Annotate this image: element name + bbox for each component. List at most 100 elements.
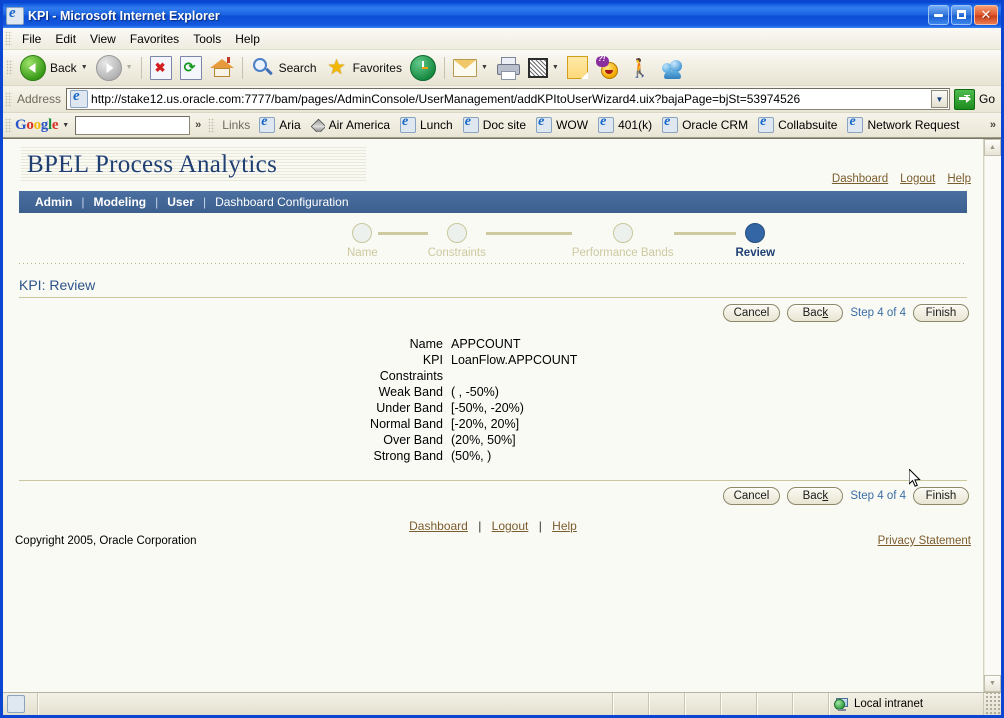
scroll-down-button[interactable]: ▼ — [984, 675, 1001, 692]
toolbar-gripper-icon[interactable] — [6, 60, 13, 75]
minimize-button[interactable] — [928, 5, 949, 25]
history-button[interactable] — [406, 53, 440, 83]
menu-item-tools[interactable]: Tools — [186, 30, 228, 48]
menu-item-edit[interactable]: Edit — [48, 30, 83, 48]
address-gripper-icon[interactable] — [5, 91, 12, 107]
back-button[interactable]: Back ▼ — [16, 53, 92, 83]
wizard-button-row-bottom: Cancel Bac k Step 4 of 4 Finish — [19, 487, 969, 505]
menu-item-view[interactable]: View — [83, 30, 123, 48]
wizard-step-constraints[interactable]: Constraints — [428, 223, 486, 259]
footer-link-help[interactable]: Help — [552, 519, 577, 533]
wizard-step-performance-bands[interactable]: Performance Bands — [572, 223, 674, 259]
step-label: Constraints — [427, 247, 486, 259]
messenger-contacts-button[interactable] — [656, 53, 688, 83]
walking-person-icon: 🚶 — [628, 57, 652, 78]
table-row: KPI LoanFlow.APPCOUNT — [243, 352, 743, 368]
forward-button[interactable]: ▼ — [92, 53, 137, 83]
header-link-dashboard[interactable]: Dashboard — [832, 173, 888, 185]
privacy-statement-link[interactable]: Privacy Statement — [878, 535, 971, 547]
link-wow[interactable]: WOW — [531, 117, 593, 133]
nav-separator: | — [155, 195, 159, 209]
vertical-scrollbar[interactable]: ▲ ▼ — [983, 139, 1001, 692]
mail-button[interactable]: ▼ — [449, 53, 492, 83]
link-label: 401(k) — [618, 118, 653, 132]
link-oracle-crm[interactable]: Oracle CRM — [657, 117, 753, 133]
link-401k[interactable]: 401(k) — [593, 117, 657, 133]
google-search-input[interactable] — [75, 115, 191, 135]
address-bar: Address http://stake12.us.oracle.com:777… — [3, 86, 1001, 113]
scroll-track[interactable] — [984, 156, 1001, 675]
nav-item-user[interactable]: User — [165, 195, 196, 209]
menu-item-file[interactable]: File — [15, 30, 48, 48]
stop-button[interactable]: ✖ — [146, 53, 176, 83]
link-lunch[interactable]: Lunch — [395, 117, 458, 133]
links-overflow-icon[interactable]: » — [985, 119, 1001, 131]
menu-item-favorites[interactable]: Favorites — [123, 30, 186, 48]
refresh-button[interactable]: ⟳ — [176, 53, 206, 83]
finish-button-top[interactable]: Finish — [913, 304, 969, 322]
train-dotted-rule — [19, 263, 967, 264]
favorites-button[interactable]: ★ Favorites — [321, 53, 406, 83]
row-value: APPCOUNT — [451, 337, 521, 351]
cancel-button-top[interactable]: Cancel — [722, 304, 781, 322]
close-button[interactable]: ✕ — [974, 5, 998, 25]
go-button[interactable]: Go — [950, 88, 1001, 110]
menu-item-help[interactable]: Help — [228, 30, 267, 48]
google-overflow-icon[interactable]: » — [190, 119, 206, 131]
edit-dropdown-icon[interactable]: ▼ — [552, 64, 559, 71]
cancel-button-bottom[interactable]: Cancel — [722, 487, 781, 505]
nav-separator: | — [81, 195, 85, 209]
link-aria[interactable]: Aria — [254, 117, 305, 133]
header-link-help[interactable]: Help — [947, 173, 971, 185]
menu-gripper-icon[interactable] — [5, 31, 12, 46]
wizard-step-name[interactable]: Name — [347, 223, 378, 259]
messenger-smiley-button[interactable] — [592, 53, 624, 83]
back-button-bottom[interactable]: Bac k — [787, 487, 844, 505]
link-page-icon — [847, 117, 864, 133]
notes-button[interactable] — [563, 53, 592, 83]
footer-link-logout[interactable]: Logout — [492, 519, 529, 533]
printer-icon — [496, 56, 520, 80]
wizard-step-review[interactable]: Review — [736, 223, 775, 259]
links-section-gripper-icon[interactable] — [208, 117, 216, 133]
home-button[interactable] — [206, 53, 238, 83]
nav-separator: | — [202, 195, 207, 209]
browser-window: KPI - Microsoft Internet Explorer ✕ File… — [0, 0, 1004, 718]
address-input[interactable]: http://stake12.us.oracle.com:7777/bam/pa… — [66, 88, 950, 110]
link-doc-site[interactable]: Doc site — [458, 117, 531, 133]
copyright-text: Copyright 2005, Oracle Corporation — [15, 535, 197, 547]
toolbar-divider — [241, 56, 243, 79]
finish-button-bottom[interactable]: Finish — [913, 487, 969, 505]
back-dropdown-icon[interactable]: ▼ — [81, 64, 88, 71]
smiley-chat-icon — [595, 54, 620, 80]
link-collabsuite[interactable]: Collabsuite — [753, 117, 842, 133]
walk-button[interactable]: 🚶 — [624, 53, 656, 83]
footer-link-dashboard[interactable]: Dashboard — [409, 519, 468, 533]
link-air-america[interactable]: Air America — [306, 118, 395, 132]
print-button[interactable] — [492, 53, 524, 83]
row-value: (20%, 50%] — [451, 433, 516, 447]
nav-item-modeling[interactable]: Modeling — [91, 195, 148, 209]
edit-button[interactable]: ▼ — [524, 53, 563, 83]
links-gripper-icon[interactable] — [5, 117, 12, 133]
nav-item-dashboard-configuration[interactable]: Dashboard Configuration — [213, 195, 350, 209]
resize-grip-icon[interactable] — [984, 693, 1001, 715]
back-arrow-icon — [20, 54, 46, 81]
nav-item-admin[interactable]: Admin — [33, 195, 74, 209]
security-zone-indicator[interactable]: Local intranet — [829, 693, 984, 715]
sticky-note-icon — [566, 56, 588, 79]
mail-dropdown-icon[interactable]: ▼ — [481, 64, 488, 71]
footer-links: Dashboard | Logout | Help — [3, 519, 983, 533]
status-panel-3 — [685, 693, 721, 715]
google-toolbar-logo[interactable]: Google — [15, 117, 59, 134]
train-connector — [377, 232, 428, 235]
scroll-up-button[interactable]: ▲ — [984, 139, 1001, 156]
maximize-button[interactable] — [951, 5, 972, 25]
address-dropdown-icon[interactable]: ▼ — [930, 90, 948, 108]
link-network-request[interactable]: Network Request — [842, 117, 964, 133]
header-link-logout[interactable]: Logout — [900, 173, 935, 185]
google-dropdown-icon[interactable]: ▼ — [62, 122, 69, 129]
step-indicator-bottom: Step 4 of 4 — [850, 490, 906, 502]
back-button-top[interactable]: Bac k — [787, 304, 844, 322]
search-button[interactable]: Search — [247, 53, 321, 83]
